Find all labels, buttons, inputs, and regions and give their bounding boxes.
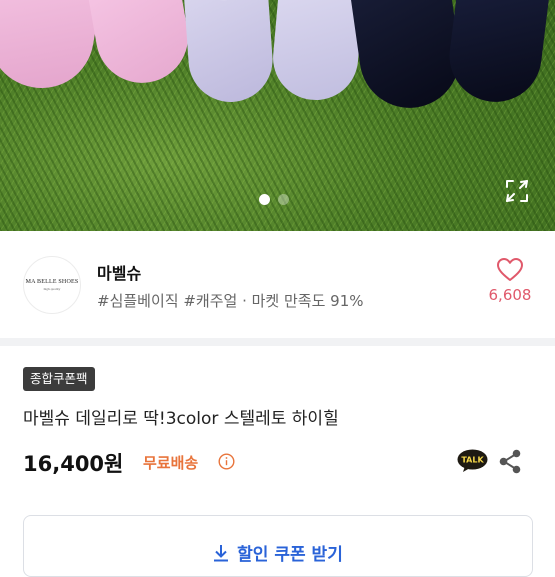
carousel-dot-active[interactable]: [259, 194, 270, 205]
info-circle-icon[interactable]: [218, 453, 235, 470]
get-coupon-label: 할인 쿠폰 받기: [237, 545, 343, 565]
favorite-button[interactable]: 6,608: [486, 258, 534, 304]
section-divider: [0, 338, 555, 346]
seller-name[interactable]: 마벨슈: [97, 260, 141, 284]
seller-logo[interactable]: MA BELLE SHOES high quality: [23, 256, 81, 314]
seller-logo-subtext: high quality: [43, 287, 61, 291]
product-title: 마벨슈 데일리로 딱!3color 스텔레토 하이힐: [23, 409, 339, 429]
product-photo-shoe-lavender: [182, 0, 276, 105]
product-price: 16,400원: [23, 452, 124, 476]
get-coupon-button-content: 할인 쿠폰 받기: [24, 540, 532, 565]
product-photo-shoe-navy: [347, 0, 467, 115]
share-icon[interactable]: [498, 449, 522, 474]
carousel-dot[interactable]: [278, 194, 289, 205]
product-image-carousel[interactable]: [0, 0, 555, 231]
product-photo-shoe-pink: [84, 0, 196, 91]
heart-icon[interactable]: [497, 258, 523, 282]
product-photo-shoe-pink: [0, 0, 105, 97]
kakao-talk-icon[interactable]: TALK: [457, 449, 488, 473]
get-coupon-button[interactable]: 할인 쿠폰 받기: [23, 515, 533, 577]
favorite-count: 6,608: [488, 286, 532, 304]
seller-tags: #심플베이직 #캐주얼 · 마켓 만족도 91%: [97, 292, 364, 310]
talk-icon-label: TALK: [461, 456, 484, 465]
seller-logo-text: MA BELLE SHOES: [25, 279, 79, 285]
product-photo-shoe-navy: [444, 0, 552, 108]
seller-section: [0, 232, 555, 338]
free-shipping-label: 무료배송: [143, 454, 199, 472]
download-icon: [214, 545, 229, 562]
product-photo-shoe-lavender: [269, 0, 366, 104]
fullscreen-expand-icon[interactable]: [505, 179, 529, 203]
coupon-pack-badge: 종합쿠폰팩: [23, 367, 95, 391]
carousel-pagination: [259, 194, 289, 205]
